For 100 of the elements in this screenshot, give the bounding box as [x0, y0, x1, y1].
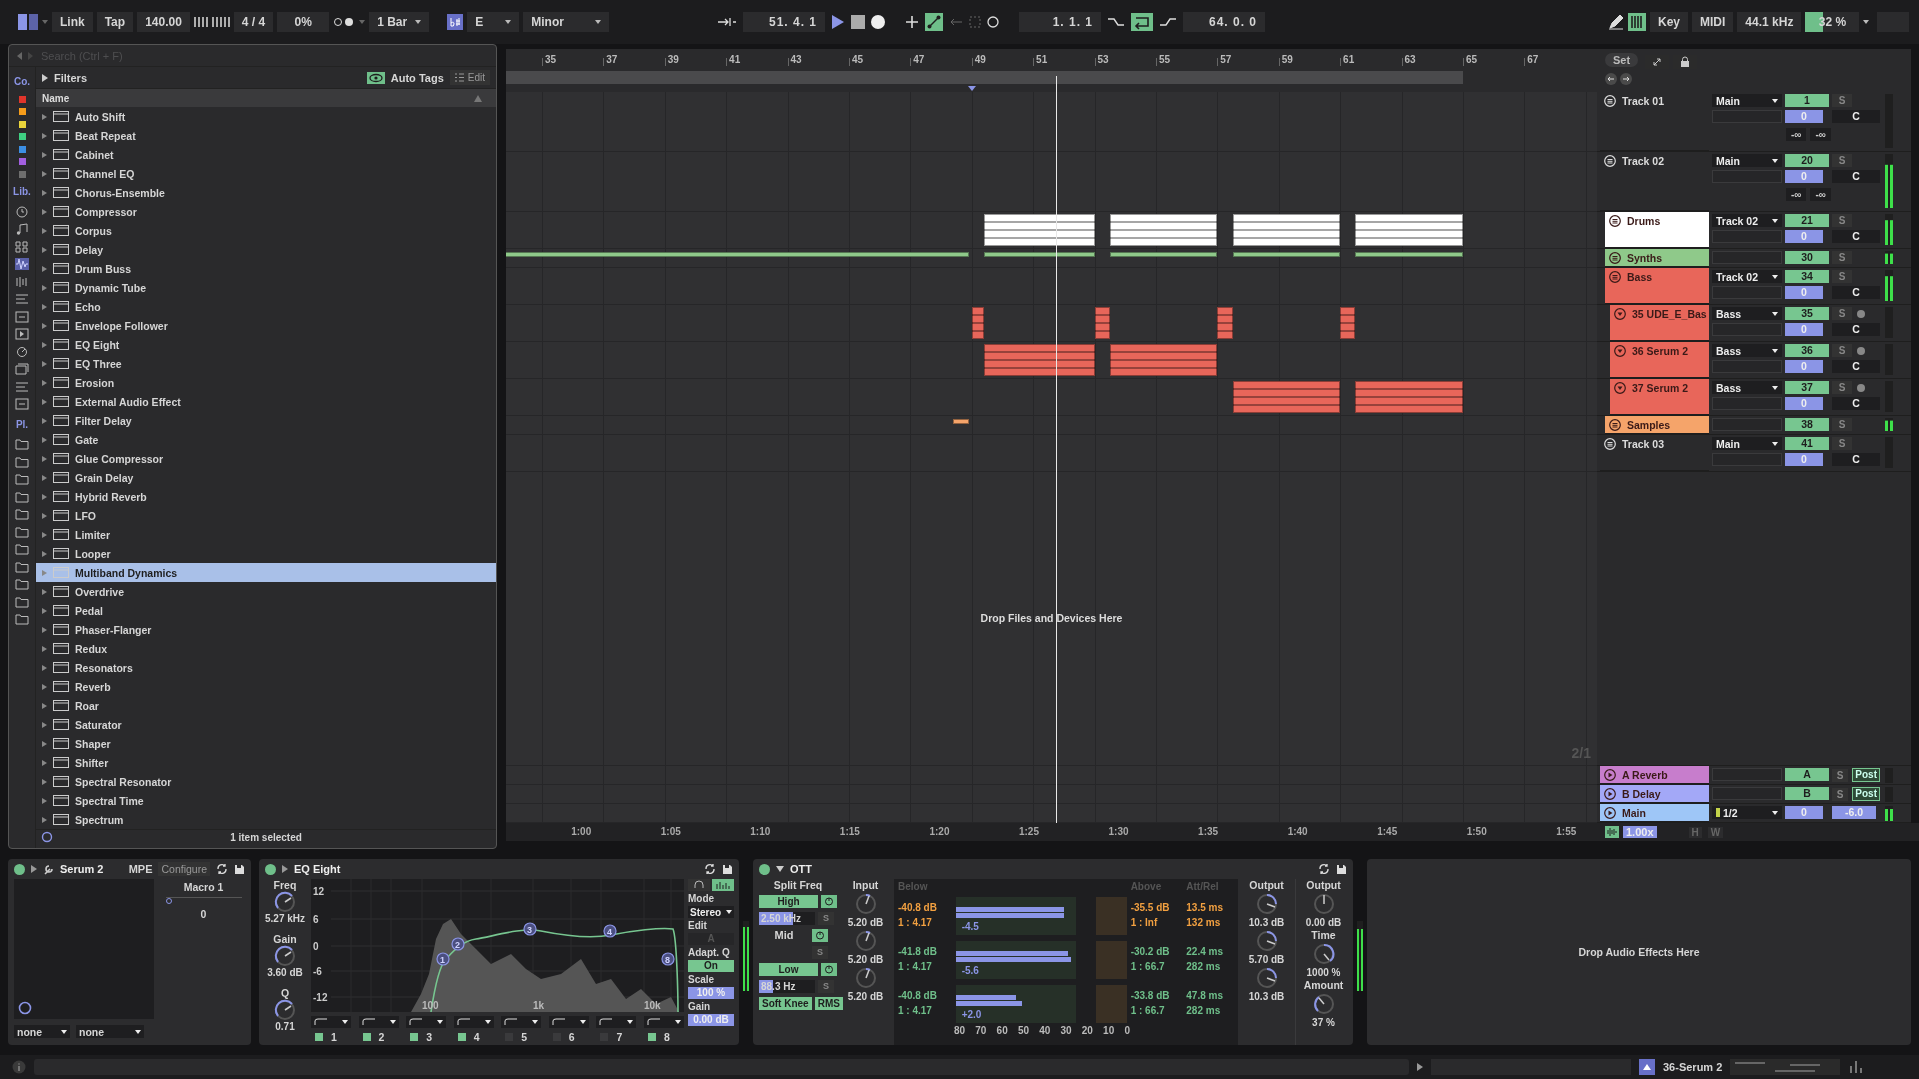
browser-item[interactable]: Overdrive: [36, 582, 496, 602]
above-threshold[interactable]: -35.5 dB: [1130, 900, 1183, 916]
track-icon[interactable]: [1639, 1059, 1655, 1076]
expand-arrow-icon[interactable]: [42, 436, 47, 443]
track-activator[interactable]: 35: [1785, 307, 1829, 321]
browser-item[interactable]: Dynamic Tube: [36, 278, 496, 298]
browser-item[interactable]: Beat Repeat: [36, 126, 496, 146]
browser-item[interactable]: EQ Eight: [36, 335, 496, 355]
filter-type-dropdown[interactable]: [358, 1016, 399, 1029]
track-header[interactable]: Track 01: [1600, 92, 1709, 152]
play-circle-icon[interactable]: [1604, 807, 1616, 820]
output-routing-dropdown[interactable]: 1/2: [1712, 806, 1782, 820]
above-ratio[interactable]: 1 : 66.7: [1130, 959, 1183, 975]
pan-field[interactable]: C: [1832, 230, 1880, 244]
expand-arrow-icon[interactable]: [42, 341, 47, 348]
solo-button[interactable]: S: [1832, 418, 1852, 432]
record-arm-icon[interactable]: [1856, 382, 1866, 393]
track-activator[interactable]: 36: [1785, 344, 1829, 358]
browser-item[interactable]: Envelope Follower: [36, 316, 496, 336]
record-icon[interactable]: [871, 15, 885, 30]
info-icon[interactable]: [12, 1060, 26, 1075]
quantize-dropdown[interactable]: 1 Bar: [369, 12, 430, 33]
wave-icon[interactable]: [15, 258, 29, 271]
clip[interactable]: [953, 419, 969, 425]
clip[interactable]: [1340, 307, 1356, 340]
clock-icon[interactable]: [15, 205, 29, 218]
expand-arrow-icon[interactable]: [42, 721, 47, 728]
piano-icon[interactable]: [1628, 13, 1646, 32]
browser-item[interactable]: Looper: [36, 544, 496, 564]
band-power-icon[interactable]: [821, 962, 837, 976]
solo-button[interactable]: S: [1832, 154, 1852, 168]
expand-arrow-icon[interactable]: [42, 170, 47, 177]
track-activator[interactable]: 38: [1785, 418, 1829, 432]
expand-arrow-icon[interactable]: [42, 151, 47, 158]
browser-item[interactable]: Corpus: [36, 221, 496, 241]
wrench-icon[interactable]: [43, 863, 54, 875]
expand-arrow-icon[interactable]: [42, 493, 47, 500]
back-arrow-icon[interactable]: [17, 51, 22, 60]
sort-arrow-icon[interactable]: [474, 94, 482, 102]
automation-icon[interactable]: [925, 13, 943, 32]
expand-arrow-icon[interactable]: [42, 797, 47, 804]
expand-arrow-icon[interactable]: [42, 417, 47, 424]
adaptive-q-toggle[interactable]: On: [688, 960, 734, 973]
output-knob[interactable]: [1254, 929, 1279, 954]
pan-field[interactable]: C: [1832, 170, 1880, 184]
hot-swap-icon[interactable]: [704, 863, 716, 876]
clip[interactable]: [1109, 214, 1218, 247]
track-activator[interactable]: A: [1785, 768, 1829, 782]
play-triangle-icon[interactable]: [31, 865, 37, 874]
expand-arrow-icon[interactable]: [42, 246, 47, 253]
output-routing-dropdown[interactable]: Main: [1712, 437, 1782, 451]
folder-icon[interactable]: [15, 525, 29, 538]
expand-arrow-icon[interactable]: [42, 683, 47, 690]
above-ratio[interactable]: 1 : 66.7: [1130, 1003, 1183, 1019]
output-routing-dropdown[interactable]: Main: [1712, 154, 1782, 168]
expand-arrow-icon[interactable]: [42, 702, 47, 709]
post-button[interactable]: Post: [1852, 768, 1880, 783]
filter-type-dropdown[interactable]: [453, 1016, 494, 1029]
folder-icon[interactable]: [15, 543, 29, 556]
track-header[interactable]: 36 Serum 2: [1610, 342, 1709, 379]
release-time[interactable]: 282 ms: [1186, 959, 1234, 975]
browser-item[interactable]: Grain Delay: [36, 468, 496, 488]
track-activator[interactable]: 21: [1785, 214, 1829, 228]
eye-icon[interactable]: [366, 71, 385, 84]
folder-icon[interactable]: [15, 578, 29, 591]
layout-icon[interactable]: [18, 14, 38, 31]
clip[interactable]: [1232, 381, 1341, 414]
expand-arrow-icon[interactable]: [42, 208, 47, 215]
return-track-header[interactable]: A Reverb: [1600, 766, 1709, 785]
expand-arrow-icon[interactable]: [42, 607, 47, 614]
folder-icon[interactable]: [15, 490, 29, 503]
back-icon[interactable]: [949, 17, 963, 28]
grid-icon[interactable]: [15, 240, 29, 253]
track-header[interactable]: Synths: [1605, 249, 1709, 268]
play-circle-icon[interactable]: [1604, 769, 1616, 782]
band-toggle[interactable]: 6: [548, 1031, 589, 1044]
rms-button[interactable]: RMS: [814, 996, 843, 1010]
knob[interactable]: [274, 891, 296, 914]
auto-tags-label[interactable]: Auto Tags: [390, 71, 444, 84]
expand-arrow-icon[interactable]: [42, 398, 47, 405]
band-toggle[interactable]: 5: [501, 1031, 542, 1044]
play-triangle-icon[interactable]: [282, 865, 288, 874]
solo-button[interactable]: S: [1832, 270, 1852, 284]
below-threshold[interactable]: -40.8 dB: [898, 988, 952, 1004]
browser-item[interactable]: Filter Delay: [36, 411, 496, 431]
save-icon[interactable]: [722, 863, 733, 875]
track-header[interactable]: Track 02: [1600, 152, 1709, 212]
parameter-dropdown[interactable]: none: [14, 1025, 70, 1039]
spectrum-icon[interactable]: [712, 879, 734, 892]
expand-arrow-icon[interactable]: [42, 531, 47, 538]
nudge-up-icon[interactable]: [211, 16, 230, 29]
band-power-icon[interactable]: [821, 894, 837, 908]
solo-button[interactable]: S: [1832, 94, 1852, 108]
band-toggle[interactable]: 1: [311, 1031, 351, 1044]
places-label[interactable]: Pl.: [15, 418, 29, 430]
clip[interactable]: [1355, 252, 1463, 258]
output-routing-dropdown[interactable]: Track 02: [1712, 270, 1782, 284]
play-icon[interactable]: [15, 328, 29, 341]
filter-type-dropdown[interactable]: [643, 1016, 684, 1029]
output-knob[interactable]: [1254, 892, 1279, 917]
